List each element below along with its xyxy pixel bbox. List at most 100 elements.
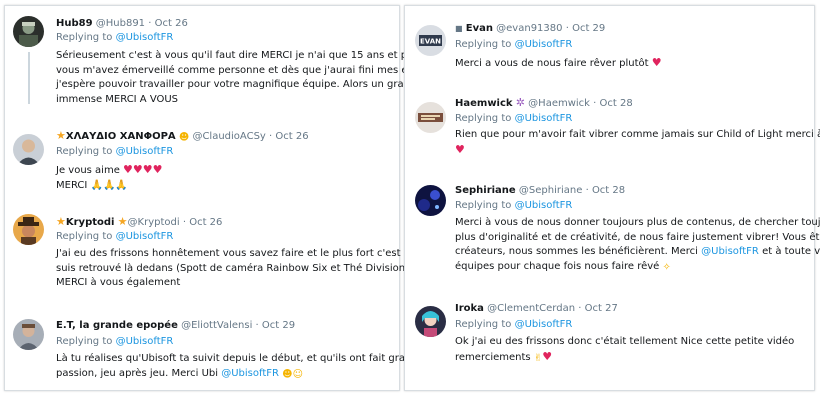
user-handle[interactable]: @ClaudioACSy xyxy=(192,131,265,142)
tweet-text-line: Là tu réalises qu'Ubisoft ta suivit depu… xyxy=(56,353,438,364)
game-character-avatar[interactable] xyxy=(13,319,44,350)
mention-link[interactable]: @UbisoftFR xyxy=(116,231,174,242)
reply-thread-panel-left: Hub89 @Hub891 · Oct 26 Replying to @Ubis… xyxy=(4,5,454,391)
tweet-text-line: MERCI xyxy=(56,179,88,191)
mention-link[interactable]: @UbisoftFR xyxy=(116,32,174,43)
tweet-text-line: j'espère pouvoir travailler pour votre m… xyxy=(56,79,430,90)
tweet-text-line: Je vous aime xyxy=(56,165,120,176)
user-handle[interactable]: @Hub891 xyxy=(96,18,145,29)
praying-hands-emoji: 🙏🙏🙏 xyxy=(90,179,128,191)
tweet-text-line: Ok j'ai eu des frissons donc c'était tel… xyxy=(455,336,795,347)
red-heart-emoji: ♥♥♥♥ xyxy=(123,163,163,176)
cowboy-hat-avatar[interactable] xyxy=(13,214,44,245)
tweet-date[interactable]: Oct 26 xyxy=(189,217,222,228)
heart-eyes-emoji: ☻ xyxy=(282,368,293,380)
tweet-text-line: Merci à vous de nous donner toujours plu… xyxy=(455,217,820,228)
tweet-text: J'ai eu des frissons honnêtement vous sa… xyxy=(56,247,454,291)
tweet-text-line: remerciements xyxy=(455,351,531,363)
tweet-date[interactable]: Oct 29 xyxy=(572,23,605,34)
star-icon: ★ xyxy=(56,129,66,142)
user-name[interactable]: Haemwick xyxy=(455,98,513,109)
tweet-text-line: J'ai eu des frissons honnêtement vous sa… xyxy=(56,248,454,259)
tweet-text: Ok j'ai eu des frissons donc c'était tel… xyxy=(455,335,794,366)
grinning-emoji: ☺ xyxy=(292,368,304,380)
user-name[interactable]: Hub89 xyxy=(56,18,93,29)
separator: · xyxy=(148,18,152,29)
tweet-text-line: MERCI à vous également xyxy=(56,277,181,288)
separator: · xyxy=(593,98,597,109)
night-sky-avatar[interactable] xyxy=(415,185,446,216)
mention-link[interactable]: @UbisoftFR xyxy=(221,368,279,379)
tweet-text: Merci a vous de nous faire rêver plutôt … xyxy=(455,56,662,72)
tweet-text-line: Sérieusement c'est à vous qu'il faut dir… xyxy=(56,50,444,61)
man-portrait-avatar[interactable] xyxy=(13,134,44,165)
user-name[interactable]: ΧΛΑΥΔΙΟ ΧΑΝΦΟΡΑ xyxy=(66,131,176,142)
dark-portrait-avatar[interactable] xyxy=(13,16,44,47)
thread-line xyxy=(28,52,30,104)
red-heart-emoji: ♥ xyxy=(542,349,553,363)
avatar-label: EVAN xyxy=(420,38,441,46)
mention-link[interactable]: @UbisoftFR xyxy=(515,319,573,330)
sparkles-emoji: ✧ xyxy=(662,261,671,273)
tweet-text-line: équipes pour chaque fois nous faire rêvé xyxy=(455,260,660,272)
user-handle[interactable]: @evan91380 xyxy=(496,23,562,34)
mention-link[interactable]: @UbisoftFR xyxy=(116,336,174,347)
user-name[interactable]: E.T, la grande epopée xyxy=(56,320,178,331)
tweet-text-line: suis retrouvé là dedans (Spott de caméra… xyxy=(56,262,444,274)
tweet-text-line: vous m'avez émerveillé comme personne et… xyxy=(56,64,436,76)
replying-to-label: Replying to xyxy=(56,146,113,157)
mention-link[interactable]: @UbisoftFR xyxy=(515,113,573,124)
tweet-date[interactable]: Oct 28 xyxy=(592,185,625,196)
mention-link[interactable]: @UbisoftFR xyxy=(116,146,174,157)
mention-link[interactable]: @UbisoftFR xyxy=(701,246,759,257)
tweet-date[interactable]: Oct 29 xyxy=(262,320,295,331)
tweet-text: Sérieusement c'est à vous qu'il faut dir… xyxy=(56,49,444,107)
separator: · xyxy=(269,131,273,142)
tweet-text-line: et à toute vos xyxy=(762,246,820,257)
separator: · xyxy=(578,303,582,314)
tweet-text-line: Merci a vous de nous faire rêver plutôt xyxy=(455,58,649,69)
replying-to-label: Replying to xyxy=(56,32,113,43)
star-icon: ★ xyxy=(117,215,128,228)
lock-icon: ■ xyxy=(455,24,463,33)
replying-to-label: Replying to xyxy=(455,200,512,211)
separator: · xyxy=(565,23,569,34)
tweet-text-line: Rien que pour m'avoir fait vibrer comme … xyxy=(455,129,820,140)
replying-to: Replying to @UbisoftFR xyxy=(56,230,173,243)
tweet-text-line: créateurs, nous sommes les bénéficièrent… xyxy=(455,246,698,257)
red-heart-emoji: ♥ xyxy=(455,142,465,156)
tweet-date[interactable]: Oct 27 xyxy=(585,303,618,314)
tweet-text-line: passion, jeu après jeu. Merci Ubi xyxy=(56,367,219,379)
user-handle[interactable]: @Sephiriane xyxy=(519,185,582,196)
replying-to: Replying to @UbisoftFR xyxy=(455,318,572,331)
replying-to-label: Replying to xyxy=(56,336,113,347)
anime-girl-avatar[interactable] xyxy=(415,306,446,337)
mention-link[interactable]: @UbisoftFR xyxy=(515,200,573,211)
replying-to: Replying to @UbisoftFR xyxy=(56,145,173,158)
tweet-text: Là tu réalises qu'Ubisoft ta suivit depu… xyxy=(56,352,438,382)
user-handle[interactable]: @ClementCerdan xyxy=(487,303,575,314)
replying-to: Replying to @UbisoftFR xyxy=(56,335,173,348)
user-name[interactable]: Kryptodi xyxy=(66,217,115,228)
evan-logo-avatar[interactable]: EVAN xyxy=(415,25,446,56)
user-handle[interactable]: @EliottValensi xyxy=(181,320,252,331)
tweet-text-line: plus d'originalité et de créativité, de … xyxy=(455,231,820,243)
tweet-date[interactable]: Oct 26 xyxy=(275,131,308,142)
heart-eyes-emoji: ☻ xyxy=(178,132,190,143)
tweet-text-line: immense MERCI A VOUS xyxy=(56,93,179,105)
separator: · xyxy=(182,217,187,228)
reply-thread-panel-right: EVAN ■ Evan @evan91380 · Oct 29 Replying… xyxy=(404,5,820,391)
tweet-date[interactable]: Oct 26 xyxy=(155,18,188,29)
tweet-date[interactable]: Oct 28 xyxy=(600,98,633,109)
tweet-text: Merci à vous de nous donner toujours plu… xyxy=(455,216,820,275)
mention-link[interactable]: @UbisoftFR xyxy=(515,39,573,50)
user-name[interactable]: Evan xyxy=(466,23,493,34)
separator: · xyxy=(255,320,259,331)
user-handle[interactable]: @Kryptodi xyxy=(128,217,180,228)
replying-to-label: Replying to xyxy=(455,39,512,50)
user-handle[interactable]: @Haemwick xyxy=(528,98,590,109)
user-name[interactable]: Sephiriane xyxy=(455,185,516,196)
replying-to: Replying to @UbisoftFR xyxy=(455,199,572,212)
user-name[interactable]: Iroka xyxy=(455,303,484,314)
banner-avatar[interactable] xyxy=(415,102,446,133)
